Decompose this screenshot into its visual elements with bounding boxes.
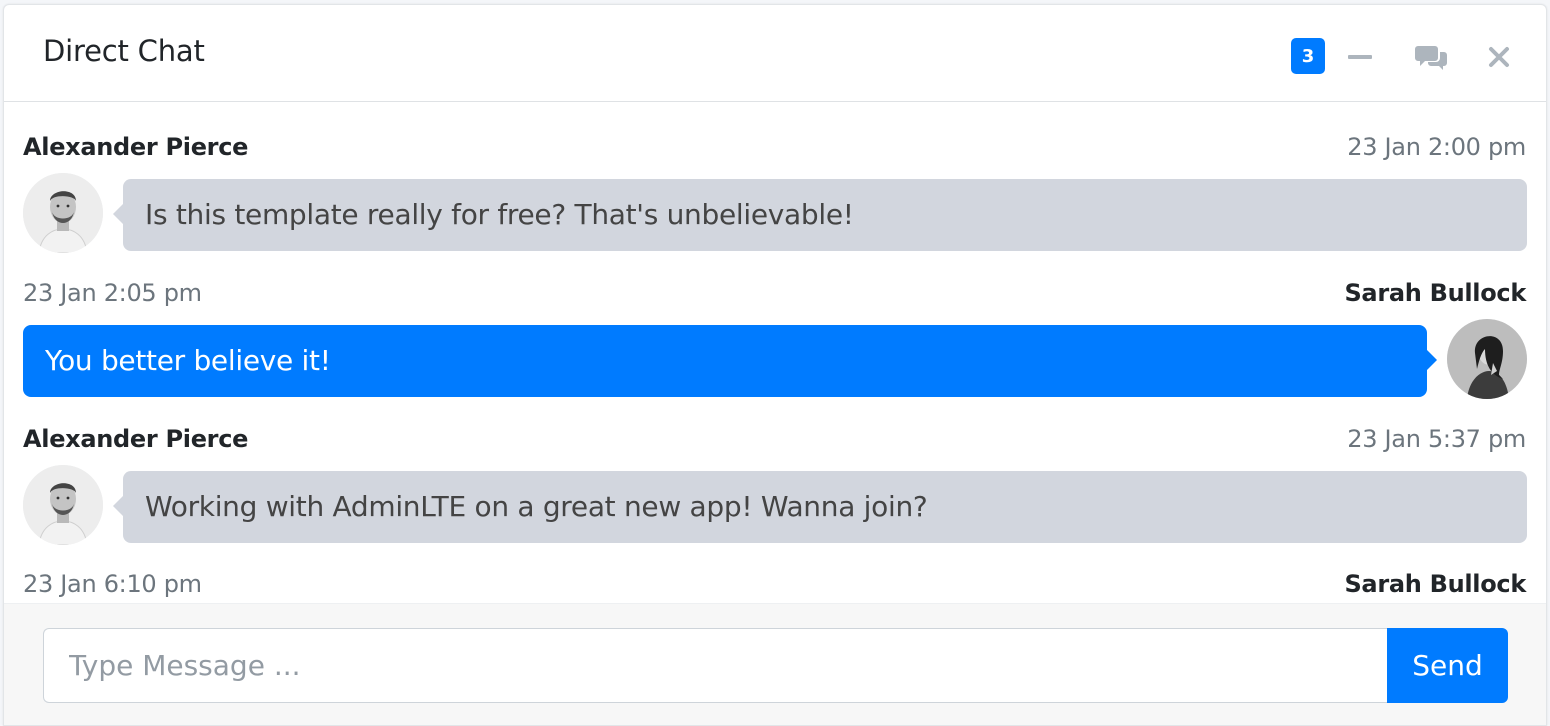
message-time: 23 Jan 6:10 pm — [23, 570, 202, 598]
send-button[interactable]: Send — [1387, 628, 1508, 703]
minus-icon — [1348, 55, 1372, 59]
sender-name: Sarah Bullock — [1344, 570, 1526, 598]
sender-name: Alexander Pierce — [23, 133, 249, 161]
avatar — [23, 465, 103, 545]
sender-name: Alexander Pierce — [23, 425, 249, 453]
direct-chat-card: Direct Chat 3 Alexander Pierce 23 Jan 2:… — [3, 4, 1547, 726]
new-messages-badge: 3 — [1291, 38, 1325, 74]
close-button[interactable] — [1477, 35, 1521, 79]
message-time: 23 Jan 2:00 pm — [1347, 133, 1526, 161]
comments-icon — [1415, 46, 1447, 70]
close-icon — [1489, 47, 1509, 67]
card-header: Direct Chat 3 — [4, 5, 1546, 102]
avatar — [1447, 319, 1527, 399]
message-time: 23 Jan 5:37 pm — [1347, 425, 1526, 453]
card-title: Direct Chat — [43, 34, 205, 68]
message-text: You better believe it! — [23, 325, 1437, 397]
message-text: Working with AdminLTE on a great new app… — [113, 471, 1527, 543]
message-input[interactable] — [43, 628, 1388, 703]
message-time: 23 Jan 2:05 pm — [23, 279, 202, 307]
avatar — [23, 173, 103, 253]
toggle-contacts-button[interactable] — [1410, 35, 1454, 79]
message-text: Is this template really for free? That's… — [113, 179, 1527, 251]
collapse-button[interactable] — [1338, 35, 1382, 79]
sender-name: Sarah Bullock — [1344, 279, 1526, 307]
messages-area[interactable]: Alexander Pierce 23 Jan 2:00 pm Is this … — [4, 103, 1546, 603]
card-footer: Send — [4, 603, 1546, 725]
